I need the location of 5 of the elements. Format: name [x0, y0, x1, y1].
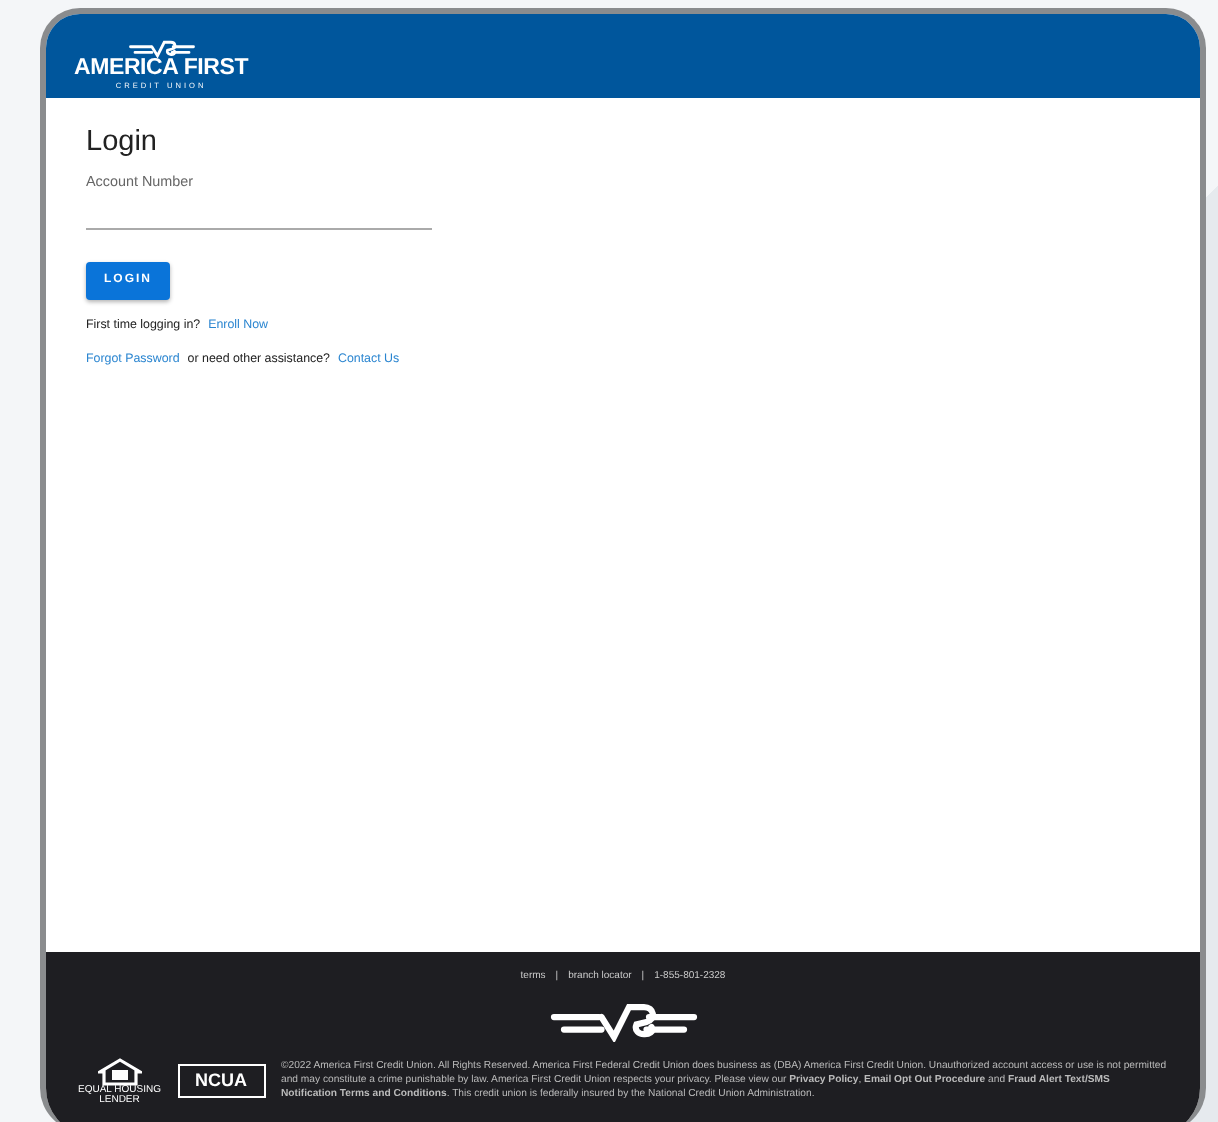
- wings-logo-icon: [127, 40, 196, 58]
- page-title: Login: [86, 126, 159, 161]
- ncua-badge: NCUA: [177, 1064, 265, 1099]
- wings-logo-icon: [545, 1001, 701, 1041]
- house-icon: [97, 1057, 142, 1085]
